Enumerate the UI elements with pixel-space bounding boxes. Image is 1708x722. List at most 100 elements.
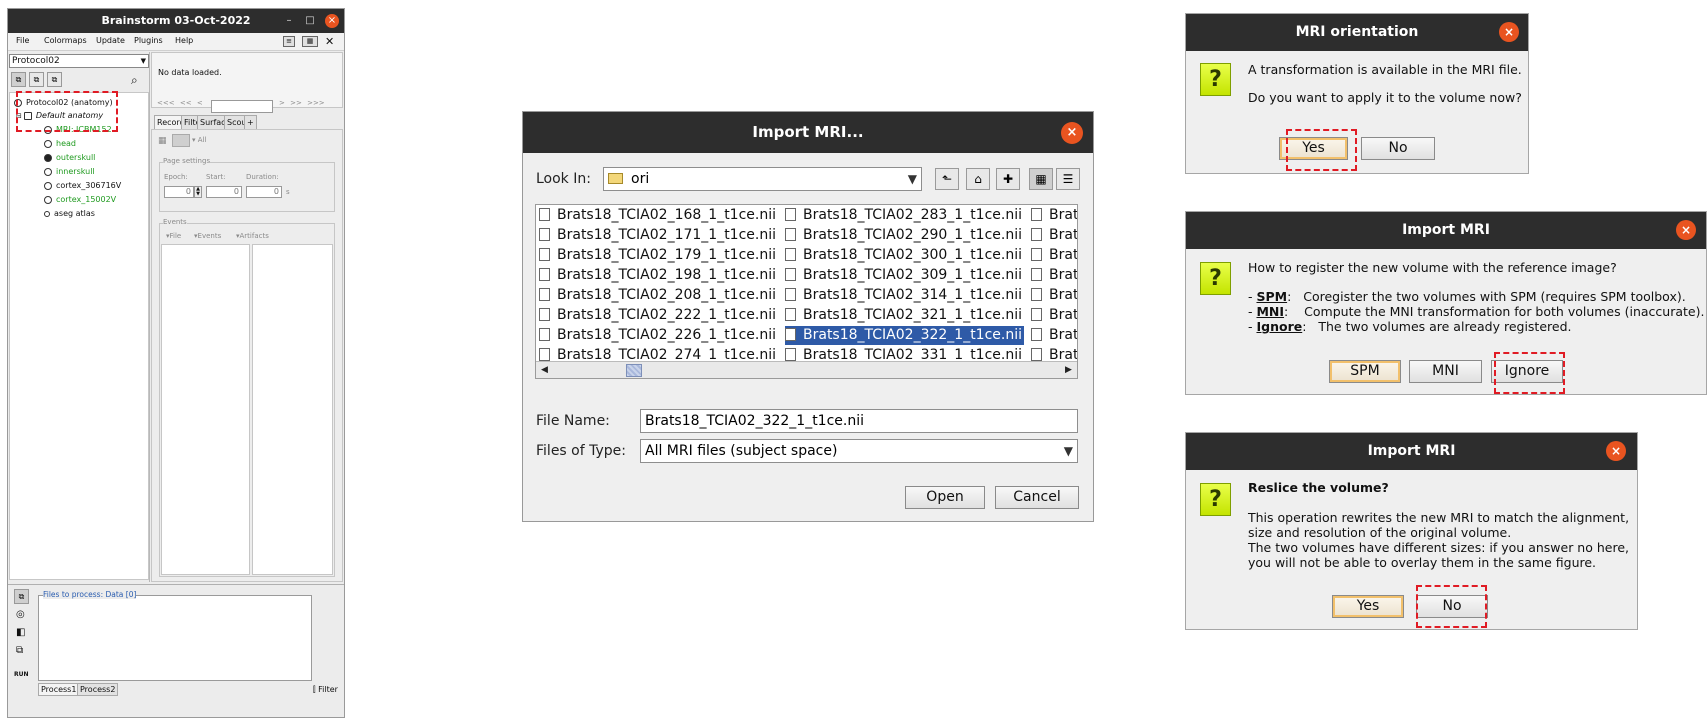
- spm-button[interactable]: SPM: [1329, 360, 1401, 383]
- new-folder-button[interactable]: ✚: [996, 168, 1020, 190]
- file-item[interactable]: Brats18_TCIA02_171_1_t1ce.nii: [539, 226, 776, 245]
- file-icon: [785, 328, 796, 341]
- file-item-partial[interactable]: Brat: [1031, 266, 1077, 285]
- protocol-select[interactable]: Protocol02 ▼: [9, 54, 149, 68]
- file-item-partial[interactable]: Brat: [1031, 306, 1077, 325]
- look-in-select[interactable]: ori ▼: [603, 167, 922, 191]
- file-item[interactable]: Brats18_TCIA02_300_1_t1ce.nii: [785, 246, 1022, 265]
- file-item-partial[interactable]: Brat: [1031, 326, 1077, 345]
- file-item[interactable]: Brats18_TCIA02_198_1_t1ce.nii: [539, 266, 776, 285]
- protocol-select-value: Protocol02: [12, 56, 60, 66]
- menu-file[interactable]: File: [16, 36, 29, 45]
- file-icon: [539, 248, 550, 261]
- menu-help[interactable]: Help: [175, 36, 193, 45]
- file-item-partial[interactable]: Brat: [1031, 226, 1077, 245]
- file-item[interactable]: Brats18_TCIA02_222_1_t1ce.nii: [539, 306, 776, 325]
- close-icon[interactable]: ×: [1061, 122, 1083, 144]
- file-item[interactable]: Brats18_TCIA02_314_1_t1ce.nii: [785, 286, 1022, 305]
- dialog-title: Import MRI: [1186, 212, 1706, 249]
- tree-item-head[interactable]: head: [44, 139, 76, 148]
- time-input[interactable]: [211, 100, 273, 113]
- time-nav-left[interactable]: <<< << <: [157, 99, 203, 107]
- file-item[interactable]: Brats18_TCIA02_309_1_t1ce.nii: [785, 266, 1022, 285]
- epoch-input[interactable]: 0: [164, 186, 194, 198]
- tree-item-cortex-15002[interactable]: cortex_15002V: [44, 195, 116, 204]
- files-of-type-select[interactable]: All MRI files (subject space) ▼: [640, 439, 1078, 463]
- file-item-partial[interactable]: Brat: [1031, 206, 1077, 225]
- file-item[interactable]: Brats18_TCIA02_179_1_t1ce.nii: [539, 246, 776, 265]
- tree-item-aseg[interactable]: aseg atlas: [44, 209, 95, 218]
- file-item-partial[interactable]: Brat: [1031, 246, 1077, 265]
- cancel-button[interactable]: Cancel: [995, 486, 1079, 509]
- file-item[interactable]: Brats18_TCIA02_208_1_t1ce.nii: [539, 286, 776, 305]
- filter-button[interactable]: ⫿ Filter: [313, 685, 338, 695]
- files-to-process-list[interactable]: Files to process: Data [0]: [38, 590, 312, 681]
- epoch-spinner[interactable]: ▲ ▼: [194, 186, 202, 198]
- file-item[interactable]: Brats18_TCIA02_226_1_t1ce.nii: [539, 326, 776, 345]
- view-subjects-button[interactable]: ⧉: [47, 72, 62, 87]
- close-icon[interactable]: ×: [1676, 220, 1696, 240]
- file-item-selected[interactable]: Brats18_TCIA02_322_1_t1ce.nii: [783, 325, 1026, 346]
- open-button[interactable]: Open: [905, 486, 985, 509]
- menu-update[interactable]: Update: [96, 36, 125, 45]
- event-groups-list[interactable]: [161, 244, 250, 575]
- highlight-box: [16, 91, 118, 132]
- process-timefreq-icon[interactable]: ◧: [16, 627, 25, 638]
- mni-button[interactable]: MNI: [1409, 360, 1482, 383]
- display-mode-button[interactable]: [172, 134, 190, 147]
- tab-process1[interactable]: Process1: [38, 683, 80, 696]
- events-artifacts-menu[interactable]: ▾Artifacts: [236, 232, 269, 240]
- file-icon: [539, 328, 550, 341]
- process-sources-icon[interactable]: ◎: [16, 609, 25, 620]
- file-item[interactable]: Brats18_TCIA02_168_1_t1ce.nii: [539, 206, 776, 225]
- event-occurrences-list[interactable]: [252, 244, 333, 575]
- yes-button[interactable]: Yes: [1332, 595, 1404, 618]
- minimize-icon[interactable]: –: [283, 15, 295, 27]
- run-button[interactable]: RUN: [14, 671, 29, 678]
- file-item[interactable]: Brats18_TCIA02_283_1_t1ce.nii: [785, 206, 1022, 225]
- duration-input[interactable]: 0: [246, 186, 282, 198]
- tree-item-outerskull[interactable]: outerskull: [44, 153, 95, 162]
- start-input[interactable]: 0: [206, 186, 242, 198]
- events-file-menu[interactable]: ▾File: [166, 232, 181, 240]
- file-item[interactable]: Brats18_TCIA02_290_1_t1ce.nii: [785, 226, 1022, 245]
- window-layout-icon[interactable]: ▦: [302, 36, 318, 47]
- close-icon[interactable]: ×: [325, 14, 339, 28]
- tab-add[interactable]: +: [244, 115, 257, 129]
- time-nav-right[interactable]: > >> >>>: [279, 99, 325, 107]
- file-item[interactable]: Brats18_TCIA02_321_1_t1ce.nii: [785, 306, 1022, 325]
- tools-icon[interactable]: ✕: [325, 35, 334, 48]
- no-button[interactable]: No: [1361, 137, 1435, 160]
- view-functional-button[interactable]: ⧉: [29, 72, 44, 87]
- file-item-partial[interactable]: Brat: [1031, 286, 1077, 305]
- up-folder-button[interactable]: ⬑: [935, 168, 959, 190]
- tree-item-innerskull[interactable]: innerskull: [44, 167, 95, 176]
- close-icon[interactable]: ×: [1499, 22, 1519, 42]
- file-name-input[interactable]: Brats18_TCIA02_322_1_t1ce.nii: [640, 409, 1078, 433]
- tree-item-cortex-306716[interactable]: cortex_306716V: [44, 181, 121, 190]
- menu-plugins[interactable]: Plugins: [134, 36, 163, 45]
- events-frame: Events ▾File ▾Events ▾Artifacts: [159, 218, 335, 577]
- events-events-menu[interactable]: ▾Events: [194, 232, 221, 240]
- close-icon[interactable]: ×: [1606, 441, 1626, 461]
- horizontal-scrollbar[interactable]: ◀ ▶: [536, 361, 1077, 378]
- scroll-left-icon[interactable]: ◀: [537, 363, 552, 377]
- process-stat-icon[interactable]: ⧉: [16, 645, 23, 656]
- all-channels-label[interactable]: ▾ All: [192, 136, 206, 144]
- menu-colormaps[interactable]: Colormaps: [44, 36, 87, 45]
- search-icon[interactable]: ⌕: [131, 73, 138, 88]
- list-view-button[interactable]: ▦: [1029, 168, 1053, 190]
- dialog-message-line1: A transformation is available in the MRI…: [1248, 62, 1522, 77]
- montage-icon[interactable]: ▦: [158, 136, 167, 146]
- tree-item-label: cortex_306716V: [56, 181, 122, 190]
- details-view-button[interactable]: ☰: [1056, 168, 1080, 190]
- folder-icon: [608, 173, 623, 184]
- view-anatomy-button[interactable]: ⧉: [11, 72, 26, 87]
- maximize-icon[interactable]: □: [304, 15, 316, 27]
- scroll-right-icon[interactable]: ▶: [1061, 363, 1076, 377]
- scroll-thumb[interactable]: [626, 364, 642, 377]
- tab-process2[interactable]: Process2: [77, 683, 119, 696]
- layout-icon[interactable]: ≡: [283, 36, 295, 47]
- home-button[interactable]: ⌂: [966, 168, 990, 190]
- process-data-button[interactable]: ⧉: [14, 589, 29, 604]
